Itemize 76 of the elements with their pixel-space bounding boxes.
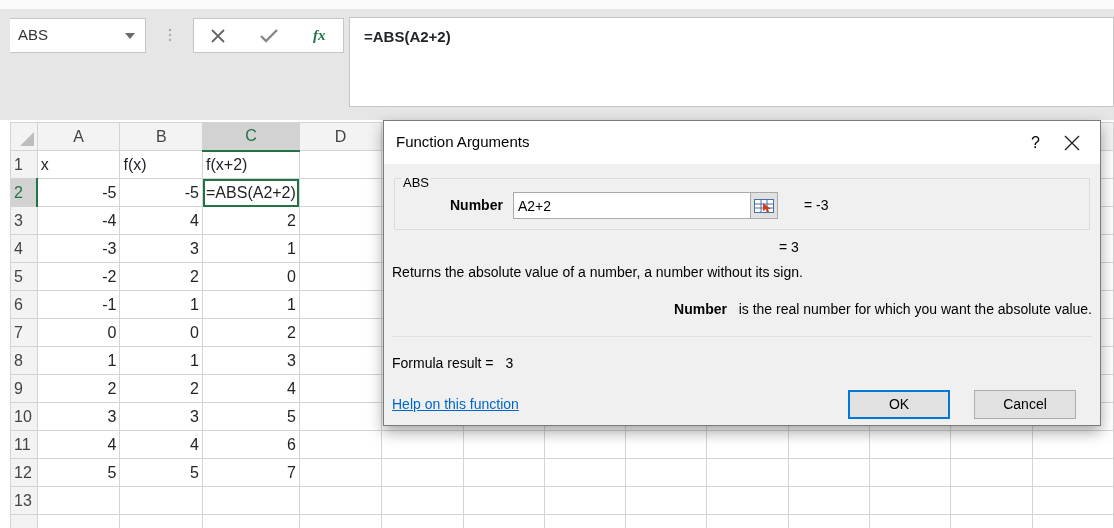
argument-label: Number <box>450 196 503 215</box>
formula-result-value: 3 <box>505 355 514 371</box>
cell[interactable]: 2 <box>37 374 120 403</box>
help-link[interactable]: Help on this function <box>392 394 519 415</box>
column-header[interactable]: C <box>202 122 300 151</box>
cell[interactable]: 3 <box>119 402 203 431</box>
cell[interactable]: 6 <box>202 430 300 459</box>
cell[interactable]: -2 <box>37 262 120 291</box>
cell[interactable]: 5 <box>119 458 203 487</box>
cell[interactable]: 2 <box>119 262 203 291</box>
cell[interactable]: 1 <box>202 234 300 263</box>
cell[interactable]: 3 <box>119 234 203 263</box>
cell[interactable]: 3 <box>202 346 300 375</box>
cancel-button[interactable]: Cancel <box>974 390 1076 419</box>
row-header[interactable]: 12 <box>10 458 38 487</box>
formula-result-label: Formula result = <box>392 355 494 371</box>
cell[interactable]: 7 <box>202 458 300 487</box>
cell[interactable]: -5 <box>119 178 203 207</box>
cell[interactable]: 3 <box>37 402 120 431</box>
row-header[interactable]: 2 <box>10 178 38 207</box>
row-header[interactable]: 13 <box>10 486 38 515</box>
collapse-dialog-button[interactable] <box>749 192 778 219</box>
cell[interactable]: x <box>37 150 120 179</box>
row-header[interactable]: 7 <box>10 318 38 347</box>
row-header[interactable]: 8 <box>10 346 38 375</box>
cell[interactable]: 2 <box>202 206 300 235</box>
name-box[interactable]: ABS <box>10 18 146 53</box>
dropdown-caret-icon[interactable] <box>125 33 135 39</box>
row-header[interactable]: 9 <box>10 374 38 403</box>
cell[interactable]: f(x+2) <box>202 150 300 179</box>
argument-result: = -3 <box>803 196 829 215</box>
checkmark-icon <box>260 28 279 43</box>
grip-icon <box>168 28 172 42</box>
function-description: Returns the absolute value of a number, a number without its sign. <box>392 264 803 280</box>
insert-function-button[interactable]: fx <box>309 24 330 47</box>
formula-bar[interactable]: =ABS(A2+2) <box>349 17 1114 107</box>
range-select-icon <box>753 198 774 213</box>
row-header[interactable]: 1 <box>10 150 38 179</box>
row-header[interactable]: 10 <box>10 402 38 431</box>
cell[interactable]: 4 <box>119 430 203 459</box>
ok-button[interactable]: OK <box>848 390 950 419</box>
cell[interactable]: 1 <box>202 290 300 319</box>
cell[interactable]: 0 <box>119 318 203 347</box>
row-header[interactable]: 11 <box>10 430 38 459</box>
argument-description: Number is the real number for which you want the absolute value. <box>674 301 1092 317</box>
cell[interactable]: 1 <box>119 346 203 375</box>
function-result: = 3 <box>779 239 799 255</box>
row-header[interactable]: 6 <box>10 290 38 319</box>
help-button[interactable]: ? <box>1019 130 1052 155</box>
cell[interactable]: 5 <box>37 458 120 487</box>
cell[interactable]: 4 <box>37 430 120 459</box>
cell[interactable]: 5 <box>202 402 300 431</box>
cell[interactable]: 0 <box>37 318 120 347</box>
cell[interactable]: -5 <box>37 178 120 207</box>
active-cell[interactable]: =ABS(A2+2) <box>202 178 300 207</box>
row-header[interactable]: 5 <box>10 262 38 291</box>
column-header[interactable]: D <box>299 122 382 151</box>
cell[interactable]: 1 <box>119 290 203 319</box>
cell[interactable]: -1 <box>37 290 120 319</box>
row-header[interactable]: 4 <box>10 234 38 263</box>
cell[interactable]: 2 <box>202 318 300 347</box>
cell[interactable]: 4 <box>119 206 203 235</box>
cell[interactable]: -4 <box>37 206 120 235</box>
column-header[interactable]: B <box>119 122 203 151</box>
dialog-title: Function Arguments <box>396 132 531 153</box>
cell[interactable]: f(x) <box>119 150 203 179</box>
cell[interactable]: 4 <box>202 374 300 403</box>
cell[interactable]: 1 <box>37 346 120 375</box>
row-header[interactable]: 3 <box>10 206 38 235</box>
column-header[interactable]: A <box>37 122 120 151</box>
cell[interactable]: -3 <box>37 234 120 263</box>
cell[interactable]: 2 <box>119 374 203 403</box>
close-icon <box>1064 135 1080 152</box>
argument-field[interactable]: A2+2 <box>512 192 750 219</box>
cell[interactable]: 0 <box>202 262 300 291</box>
close-icon <box>211 28 226 43</box>
